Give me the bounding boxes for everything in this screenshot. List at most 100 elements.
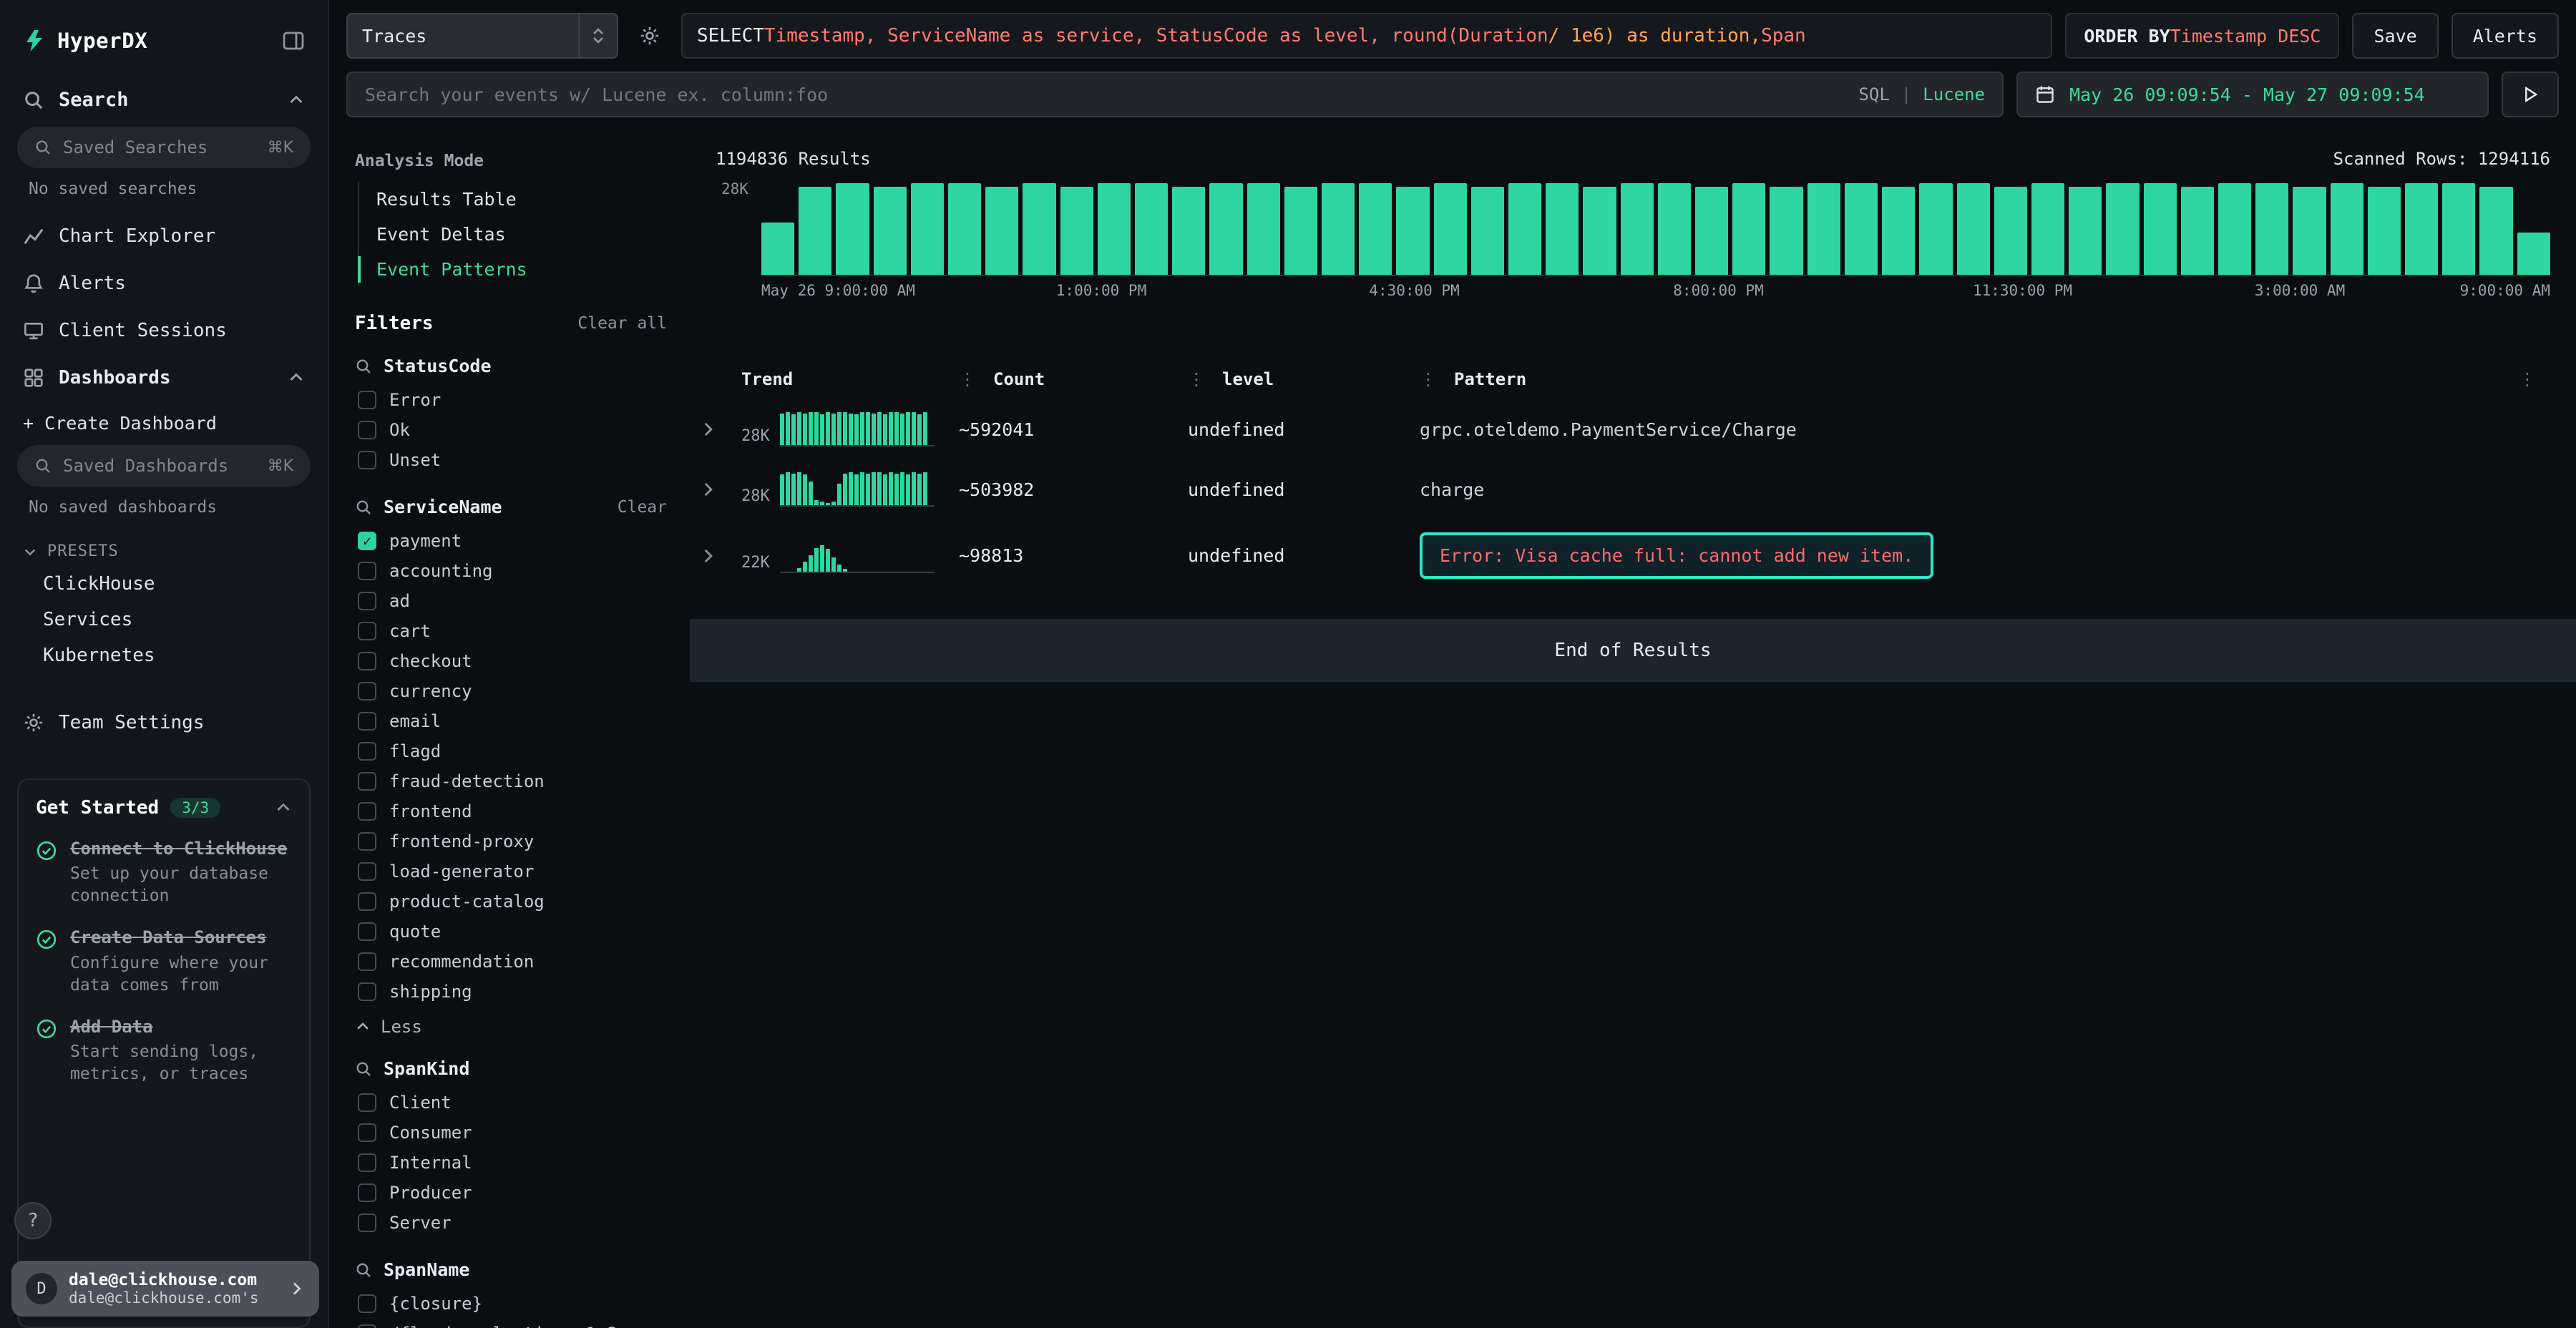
sql-query[interactable]: SELECT Timestamp, ServiceName as service…: [681, 13, 2052, 59]
checkbox[interactable]: [358, 451, 376, 469]
checkbox[interactable]: [358, 952, 376, 971]
facet-frontend-proxy[interactable]: frontend-proxy: [355, 826, 667, 856]
checkbox[interactable]: [358, 712, 376, 731]
facet-load-generator[interactable]: load-generator: [355, 856, 667, 887]
facet-fraud-detection[interactable]: fraud-detection: [355, 766, 667, 796]
analysis-mode-results-table[interactable]: Results Table: [359, 182, 667, 217]
checkbox[interactable]: [358, 742, 376, 761]
facet-search-icon[interactable]: [355, 499, 372, 516]
facet-flagdevaluationv1Se[interactable]: /flagd.evaluation.v1.Se…: [355, 1319, 667, 1328]
facet-less-toggle[interactable]: Less: [355, 1017, 667, 1037]
facet-Internal[interactable]: Internal: [355, 1148, 667, 1178]
checkbox[interactable]: [358, 922, 376, 941]
table-menu-icon[interactable]: ⋮: [2519, 369, 2536, 389]
facet-payment[interactable]: ✓payment: [355, 526, 667, 556]
facet-Server[interactable]: Server: [355, 1208, 667, 1238]
expand-row-icon[interactable]: [698, 480, 741, 499]
collapse-sidebar-icon[interactable]: [282, 29, 305, 52]
facet-Producer[interactable]: Producer: [355, 1178, 667, 1208]
facet-shipping[interactable]: shipping: [355, 977, 667, 1007]
checkbox[interactable]: [358, 391, 376, 409]
facet-Consumer[interactable]: Consumer: [355, 1118, 667, 1148]
facet-product-catalog[interactable]: product-catalog: [355, 887, 667, 917]
alerts-button[interactable]: Alerts: [2451, 13, 2559, 59]
facet-search-icon[interactable]: [355, 1261, 372, 1279]
checkbox[interactable]: [358, 1214, 376, 1232]
checkbox[interactable]: [358, 1324, 376, 1328]
sidebar-item-client-sessions[interactable]: Client Sessions: [0, 307, 328, 354]
facet-ad[interactable]: ad: [355, 586, 667, 616]
source-settings-gear-icon[interactable]: [631, 13, 668, 59]
source-select[interactable]: Traces: [346, 13, 618, 59]
chevron-up-icon[interactable]: [275, 799, 292, 816]
checkbox[interactable]: [358, 652, 376, 670]
sidebar-item-dashboards[interactable]: Dashboards: [0, 354, 328, 401]
pattern-row[interactable]: 28K~592041undefinedgrpc.oteldemo.Payment…: [698, 412, 2550, 446]
facet-closure[interactable]: {closure}: [355, 1289, 667, 1319]
facet-recommendation[interactable]: recommendation: [355, 947, 667, 977]
checkbox[interactable]: [358, 562, 376, 580]
checkbox[interactable]: [358, 421, 376, 439]
sidebar-item-search[interactable]: Search: [0, 76, 328, 124]
save-button[interactable]: Save: [2352, 13, 2438, 59]
analysis-mode-event-deltas[interactable]: Event Deltas: [359, 217, 667, 252]
pattern-row[interactable]: 22K~98813undefinedError: Visa cache full…: [698, 532, 2550, 579]
events-histogram[interactable]: 28K May 26 9:00:00 AM1:00:00 PM4:30:00 P…: [690, 180, 2576, 301]
facet-Error[interactable]: Error: [355, 385, 667, 415]
facet-Ok[interactable]: Ok: [355, 415, 667, 445]
expand-row-icon[interactable]: [698, 420, 741, 439]
preset-clickhouse[interactable]: ClickHouse: [0, 566, 328, 602]
lucene-mode-toggle[interactable]: Lucene: [1923, 84, 1985, 104]
checkbox[interactable]: [358, 592, 376, 610]
run-query-button[interactable]: [2502, 72, 2559, 117]
get-started-step[interactable]: Add DataStart sending logs, metrics, or …: [36, 1015, 292, 1085]
facet-flagd[interactable]: flagd: [355, 736, 667, 766]
get-started-step[interactable]: Create Data SourcesConfigure where your …: [36, 926, 292, 996]
facet-search-icon[interactable]: [355, 358, 372, 375]
facet-clear-link[interactable]: Clear: [618, 498, 667, 517]
preset-services[interactable]: Services: [0, 602, 328, 638]
checkbox[interactable]: [358, 1093, 376, 1112]
facet-quote[interactable]: quote: [355, 917, 667, 947]
clear-all-filters-link[interactable]: Clear all: [577, 314, 667, 333]
date-range-picker[interactable]: May 26 09:09:54 - May 27 09:09:54: [2016, 72, 2489, 117]
checkbox[interactable]: [358, 802, 376, 821]
get-started-step[interactable]: Connect to ClickHouseSet up your databas…: [36, 837, 292, 907]
checkbox[interactable]: [358, 1153, 376, 1172]
create-dashboard-button[interactable]: + Create Dashboard: [0, 401, 328, 442]
saved-dashboards-input[interactable]: Saved Dashboards ⌘K: [17, 445, 311, 487]
user-chip[interactable]: D dale@clickhouse.com dale@clickhouse.co…: [11, 1261, 319, 1317]
facet-email[interactable]: email: [355, 706, 667, 736]
checkbox[interactable]: [358, 622, 376, 640]
chevron-up-icon[interactable]: [288, 369, 305, 386]
checkbox[interactable]: ✓: [358, 532, 376, 550]
get-started-header[interactable]: Get Started 3/3: [36, 797, 292, 819]
checkbox[interactable]: [358, 862, 376, 881]
presets-toggle[interactable]: PRESETS: [0, 531, 328, 566]
facet-checkout[interactable]: checkout: [355, 646, 667, 676]
checkbox[interactable]: [358, 682, 376, 700]
checkbox[interactable]: [358, 1183, 376, 1202]
facet-search-icon[interactable]: [355, 1060, 372, 1078]
checkbox[interactable]: [358, 1294, 376, 1313]
sql-mode-toggle[interactable]: SQL: [1858, 84, 1889, 104]
search-input[interactable]: [365, 84, 1847, 105]
sidebar-item-team-settings[interactable]: Team Settings: [0, 699, 328, 746]
sidebar-item-alerts[interactable]: Alerts: [0, 260, 328, 307]
checkbox[interactable]: [358, 832, 376, 851]
saved-searches-input[interactable]: Saved Searches ⌘K: [17, 127, 311, 168]
facet-accounting[interactable]: accounting: [355, 556, 667, 586]
pattern-row[interactable]: 28K~503982undefinedcharge: [698, 472, 2550, 507]
facet-Unset[interactable]: Unset: [355, 445, 667, 475]
facet-frontend[interactable]: frontend: [355, 796, 667, 826]
analysis-mode-event-patterns[interactable]: Event Patterns: [359, 252, 667, 287]
facet-cart[interactable]: cart: [355, 616, 667, 646]
help-button[interactable]: ?: [14, 1202, 52, 1239]
preset-kubernetes[interactable]: Kubernetes: [0, 638, 328, 673]
checkbox[interactable]: [358, 982, 376, 1001]
sidebar-item-chart-explorer[interactable]: Chart Explorer: [0, 213, 328, 260]
facet-Client[interactable]: Client: [355, 1088, 667, 1118]
expand-row-icon[interactable]: [698, 547, 741, 565]
checkbox[interactable]: [358, 892, 376, 911]
facet-currency[interactable]: currency: [355, 676, 667, 706]
